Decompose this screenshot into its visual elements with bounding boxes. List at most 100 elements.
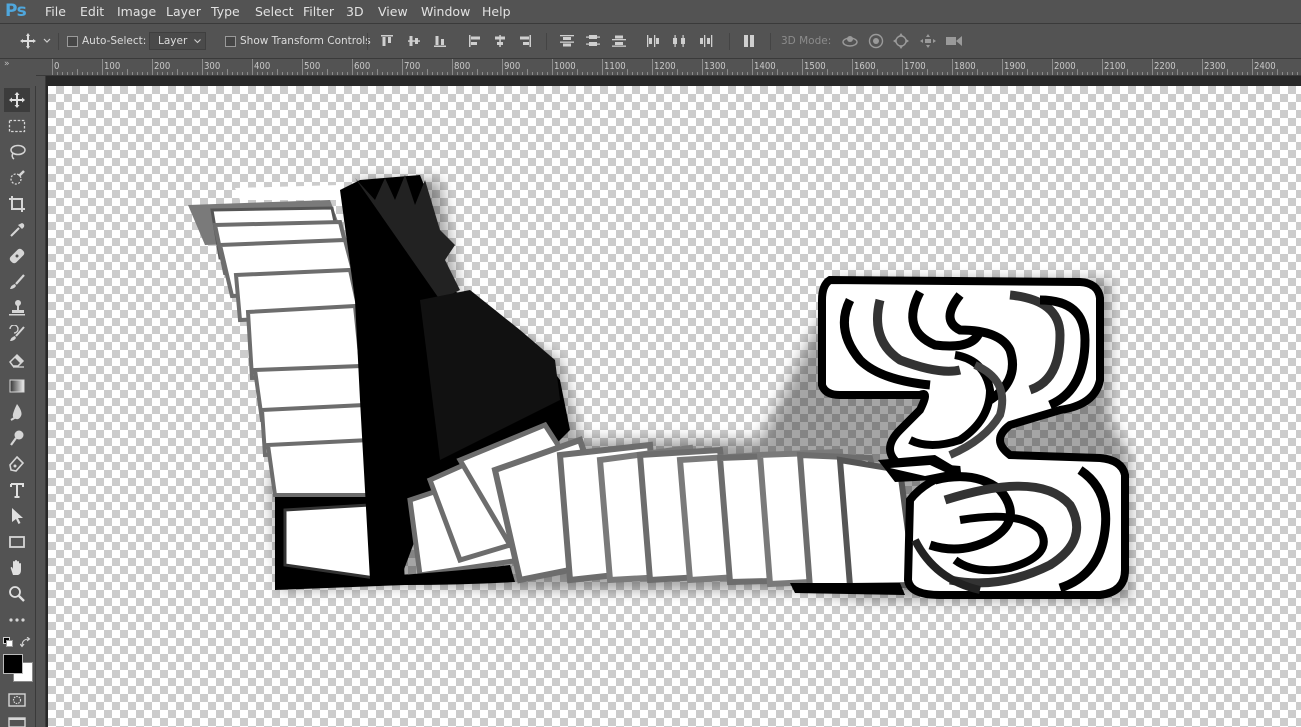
ruler-origin[interactable] xyxy=(36,59,46,76)
ruler-minor-tick xyxy=(1127,69,1128,75)
align-top-edges-icon[interactable] xyxy=(378,32,396,50)
ruler-minor-tick xyxy=(1037,72,1038,75)
auto-select-dropdown[interactable]: Layer xyxy=(149,32,206,50)
clone-stamp-tool[interactable] xyxy=(4,296,30,320)
history-brush-icon xyxy=(9,325,25,341)
menu-3d[interactable]: 3D xyxy=(346,4,364,19)
path-selection-tool[interactable] xyxy=(4,504,30,528)
ruler-minor-tick xyxy=(1177,69,1178,75)
ruler-minor-tick xyxy=(497,72,498,75)
gradient-tool[interactable] xyxy=(4,374,30,398)
menu-help[interactable]: Help xyxy=(482,4,511,19)
ruler-minor-tick xyxy=(132,72,133,75)
type-tool[interactable] xyxy=(4,478,30,502)
distribute-left-icon[interactable] xyxy=(645,32,663,50)
orbit-3d-icon[interactable] xyxy=(839,32,861,50)
ruler-major-tick xyxy=(752,59,753,75)
history-brush-tool[interactable] xyxy=(4,322,30,346)
auto-align-layers-icon[interactable] xyxy=(740,32,758,50)
quick-selection-tool[interactable] xyxy=(4,166,30,190)
ruler-minor-tick xyxy=(907,72,908,75)
quick-mask-icon[interactable] xyxy=(8,693,26,707)
divider xyxy=(729,33,730,50)
align-left-edges-icon[interactable] xyxy=(466,32,484,50)
menu-select[interactable]: Select xyxy=(255,4,294,19)
ruler-minor-tick xyxy=(167,72,168,75)
menu-image[interactable]: Image xyxy=(117,4,156,19)
menu-type[interactable]: Type xyxy=(211,4,240,19)
pan-3d-icon[interactable] xyxy=(891,32,911,50)
brush-tool[interactable] xyxy=(4,270,30,294)
lasso-tool[interactable] xyxy=(4,140,30,164)
ruler-minor-tick xyxy=(1232,72,1233,75)
document-canvas[interactable] xyxy=(48,86,1301,727)
ruler-minor-tick xyxy=(1032,72,1033,75)
crop-tool[interactable] xyxy=(4,192,30,216)
ruler-label: 700 xyxy=(404,61,421,72)
foreground-color-swatch[interactable] xyxy=(3,654,23,674)
distribute-top-icon[interactable] xyxy=(558,32,576,50)
dodge-tool[interactable] xyxy=(4,426,30,450)
healing-brush-tool[interactable] xyxy=(4,244,30,268)
distribute-bottom-icon[interactable] xyxy=(610,32,628,50)
pen-tool[interactable] xyxy=(4,452,30,476)
menu-filter[interactable]: Filter xyxy=(303,4,334,19)
menu-edit[interactable]: Edit xyxy=(80,4,104,19)
ruler-minor-tick xyxy=(262,72,263,75)
vertical-ruler[interactable] xyxy=(36,76,46,727)
marquee-tool[interactable] xyxy=(4,114,30,138)
ruler-label: 300 xyxy=(204,61,221,72)
default-colors-icon[interactable] xyxy=(3,637,14,648)
eyedropper-icon xyxy=(10,223,25,237)
auto-select-checkbox[interactable] xyxy=(67,36,78,47)
ruler-minor-tick xyxy=(432,72,433,75)
ruler-minor-tick xyxy=(992,72,993,75)
align-right-edges-icon[interactable] xyxy=(516,32,534,50)
distribute-horizontal-centers-icon[interactable] xyxy=(671,32,689,50)
photoshop-logo: Ps xyxy=(5,1,27,21)
eyedropper-tool[interactable] xyxy=(4,218,30,242)
slide-3d-icon[interactable] xyxy=(917,32,939,50)
blur-tool[interactable] xyxy=(4,400,30,424)
hand-tool[interactable] xyxy=(4,556,30,580)
ruler-minor-tick xyxy=(737,72,738,75)
ruler-minor-tick xyxy=(1172,72,1173,75)
move-tool-preset-icon[interactable] xyxy=(17,32,39,50)
swap-colors-icon[interactable] xyxy=(20,637,31,648)
ruler-minor-tick xyxy=(172,72,173,75)
ruler-minor-tick xyxy=(727,69,728,75)
ruler-minor-tick xyxy=(87,72,88,75)
collapse-panel-icon[interactable]: » xyxy=(4,59,10,69)
menu-layer[interactable]: Layer xyxy=(166,4,201,19)
eraser-tool[interactable] xyxy=(4,348,30,372)
ruler-minor-tick xyxy=(957,72,958,75)
align-bottom-edges-icon[interactable] xyxy=(431,32,449,50)
ruler-minor-tick xyxy=(1227,69,1228,75)
ruler-minor-tick xyxy=(1007,72,1008,75)
edit-toolbar[interactable] xyxy=(4,608,30,632)
scale-3d-icon[interactable] xyxy=(943,32,965,50)
rectangle-tool[interactable] xyxy=(4,530,30,554)
horizontal-ruler[interactable]: 0 100 200 300 400 500 600 700 800 900 1000 1100 1200… xyxy=(46,59,1301,76)
zoom-tool[interactable] xyxy=(4,582,30,606)
ruler-minor-tick xyxy=(1212,72,1213,75)
ruler-minor-tick xyxy=(1097,72,1098,75)
menu-view[interactable]: View xyxy=(378,4,408,19)
roll-3d-icon[interactable] xyxy=(866,32,886,50)
ruler-minor-tick xyxy=(897,72,898,75)
distribute-right-icon[interactable] xyxy=(697,32,715,50)
align-horizontal-centers-icon[interactable] xyxy=(491,32,509,50)
chevron-down-icon[interactable] xyxy=(41,32,53,50)
ruler-label: 0 xyxy=(54,61,60,72)
menu-file[interactable]: File xyxy=(45,4,66,19)
align-vertical-centers-icon[interactable] xyxy=(405,32,423,50)
menu-window[interactable]: Window xyxy=(421,4,470,19)
ruler-minor-tick xyxy=(997,72,998,75)
move-tool[interactable] xyxy=(4,88,30,112)
ruler-minor-tick xyxy=(1017,72,1018,75)
show-transform-checkbox[interactable] xyxy=(225,36,236,47)
ruler-minor-tick xyxy=(257,72,258,75)
screen-mode-icon[interactable] xyxy=(8,717,26,727)
ruler-minor-tick xyxy=(877,69,878,75)
distribute-vertical-centers-icon[interactable] xyxy=(584,32,602,50)
